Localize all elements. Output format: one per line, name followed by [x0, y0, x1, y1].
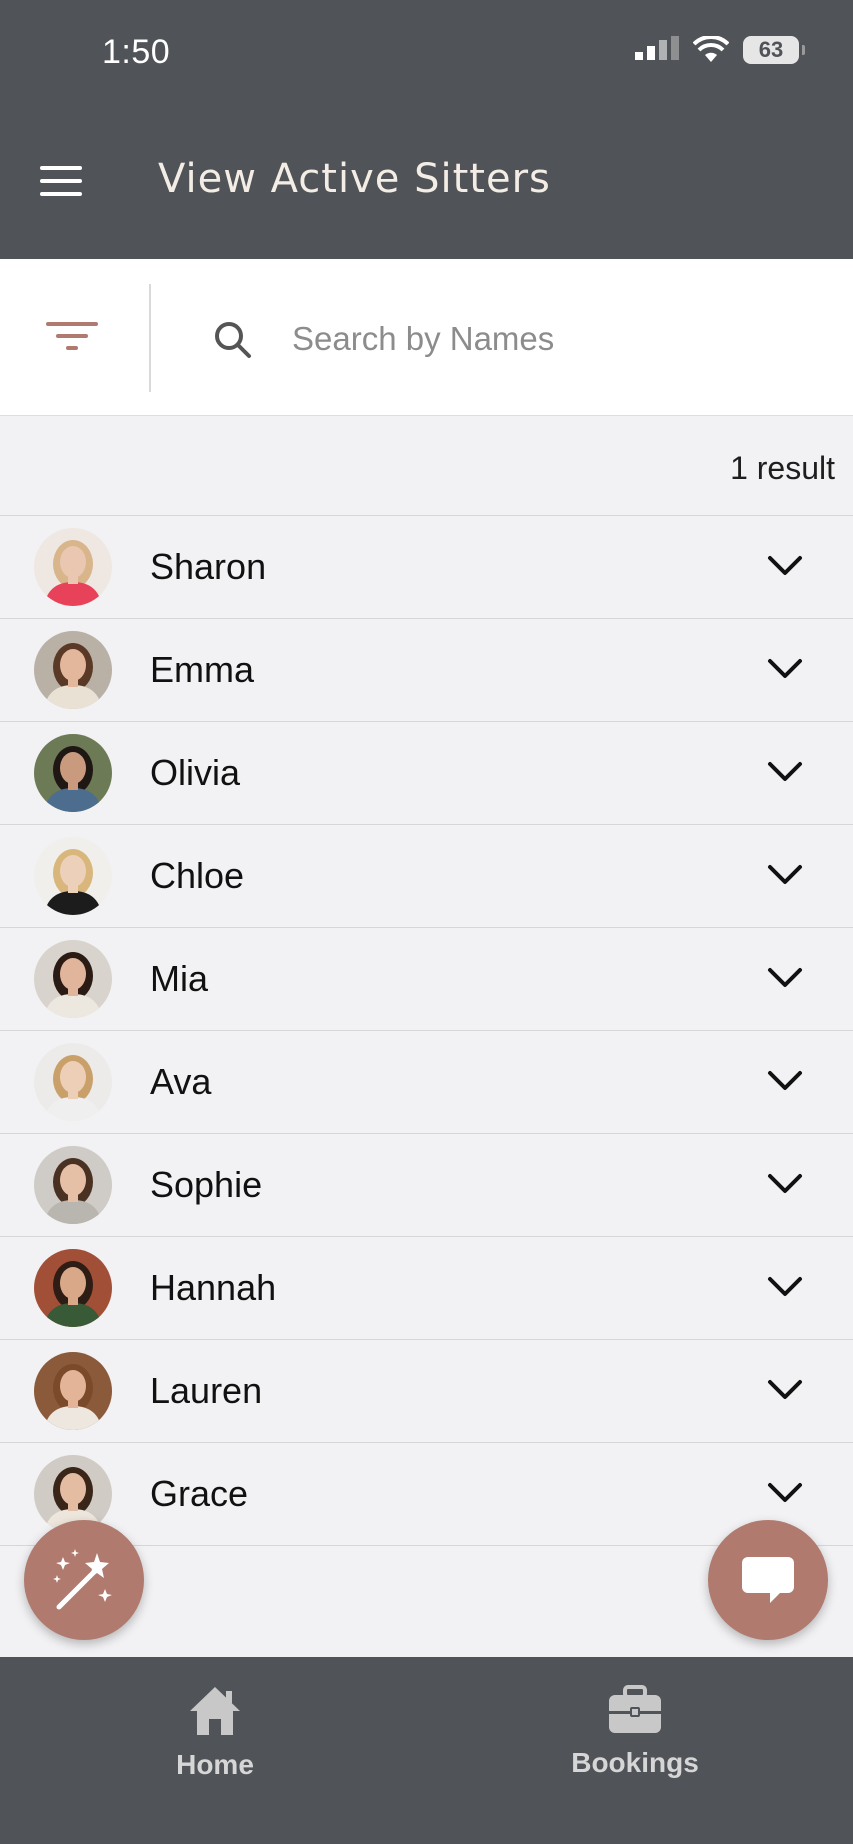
- search-input[interactable]: [290, 310, 814, 368]
- magic-wand-button[interactable]: [24, 1520, 144, 1640]
- nav-home[interactable]: Home: [160, 1685, 270, 1781]
- search-icon: [215, 322, 251, 358]
- sitter-row[interactable]: Ava: [0, 1030, 853, 1133]
- avatar: [34, 528, 112, 606]
- status-icons: 63: [635, 36, 805, 64]
- status-time: 1:50: [102, 33, 171, 71]
- filter-icon[interactable]: [46, 320, 100, 354]
- nav-home-label: Home: [176, 1749, 254, 1780]
- avatar: [34, 940, 112, 1018]
- sitter-name: Ava: [150, 1061, 212, 1102]
- chevron-down-icon[interactable]: [767, 1481, 803, 1505]
- sitter-row[interactable]: Sophie: [0, 1133, 853, 1236]
- bottom-nav: Home Bookings: [0, 1657, 853, 1844]
- sitter-name: Mia: [150, 958, 209, 999]
- avatar: [34, 631, 112, 709]
- sitter-row[interactable]: Emma: [0, 618, 853, 721]
- menu-icon[interactable]: [40, 166, 82, 196]
- sitter-row[interactable]: Hannah: [0, 1236, 853, 1339]
- page-title: View Active Sitters: [158, 156, 551, 202]
- chevron-down-icon[interactable]: [767, 863, 803, 887]
- sitter-row[interactable]: Chloe: [0, 824, 853, 927]
- chat-icon: [742, 1557, 794, 1603]
- avatar: [34, 1146, 112, 1224]
- search-divider: [149, 284, 151, 392]
- chevron-down-icon[interactable]: [767, 1172, 803, 1196]
- nav-bookings-label: Bookings: [571, 1747, 699, 1778]
- chevron-down-icon[interactable]: [767, 966, 803, 990]
- app-header: 1:50 63 View Active Sitters: [0, 0, 853, 259]
- avatar: [34, 734, 112, 812]
- briefcase-icon: [609, 1685, 661, 1733]
- result-count: 1 result: [730, 450, 835, 486]
- chevron-down-icon[interactable]: [767, 1275, 803, 1299]
- magic-wand-icon: [53, 1549, 112, 1610]
- nav-bookings[interactable]: Bookings: [560, 1685, 710, 1779]
- chevron-down-icon[interactable]: [767, 1069, 803, 1093]
- home-icon: [190, 1687, 240, 1735]
- signal-icon: [635, 36, 679, 60]
- sitter-row[interactable]: Grace: [0, 1442, 853, 1546]
- chevron-down-icon[interactable]: [767, 760, 803, 784]
- chevron-down-icon[interactable]: [767, 1378, 803, 1402]
- sitter-list: Sharon Emma Olivia Chloe Mia Ava Sophie Hannah L…: [0, 515, 853, 1546]
- chevron-down-icon[interactable]: [767, 554, 803, 578]
- sitter-row[interactable]: Mia: [0, 927, 853, 1030]
- sitter-name: Chloe: [150, 855, 245, 896]
- sitter-name: Grace: [150, 1473, 249, 1514]
- wifi-icon: [693, 36, 729, 62]
- sitter-row[interactable]: Sharon: [0, 515, 853, 618]
- sitter-row[interactable]: Lauren: [0, 1339, 853, 1442]
- sitter-name: Sophie: [150, 1164, 263, 1205]
- chat-button[interactable]: [708, 1520, 828, 1640]
- avatar: [34, 1352, 112, 1430]
- avatar: [34, 1043, 112, 1121]
- sitter-row[interactable]: Olivia: [0, 721, 853, 824]
- sitter-name: Emma: [150, 649, 255, 690]
- sitter-name: Lauren: [150, 1370, 263, 1411]
- battery-indicator: 63: [743, 36, 805, 64]
- avatar: [34, 837, 112, 915]
- sitter-name: Hannah: [150, 1267, 277, 1308]
- chevron-down-icon[interactable]: [767, 657, 803, 681]
- sitter-name: Olivia: [150, 752, 241, 793]
- sitter-name: Sharon: [150, 546, 267, 587]
- avatar: [34, 1249, 112, 1327]
